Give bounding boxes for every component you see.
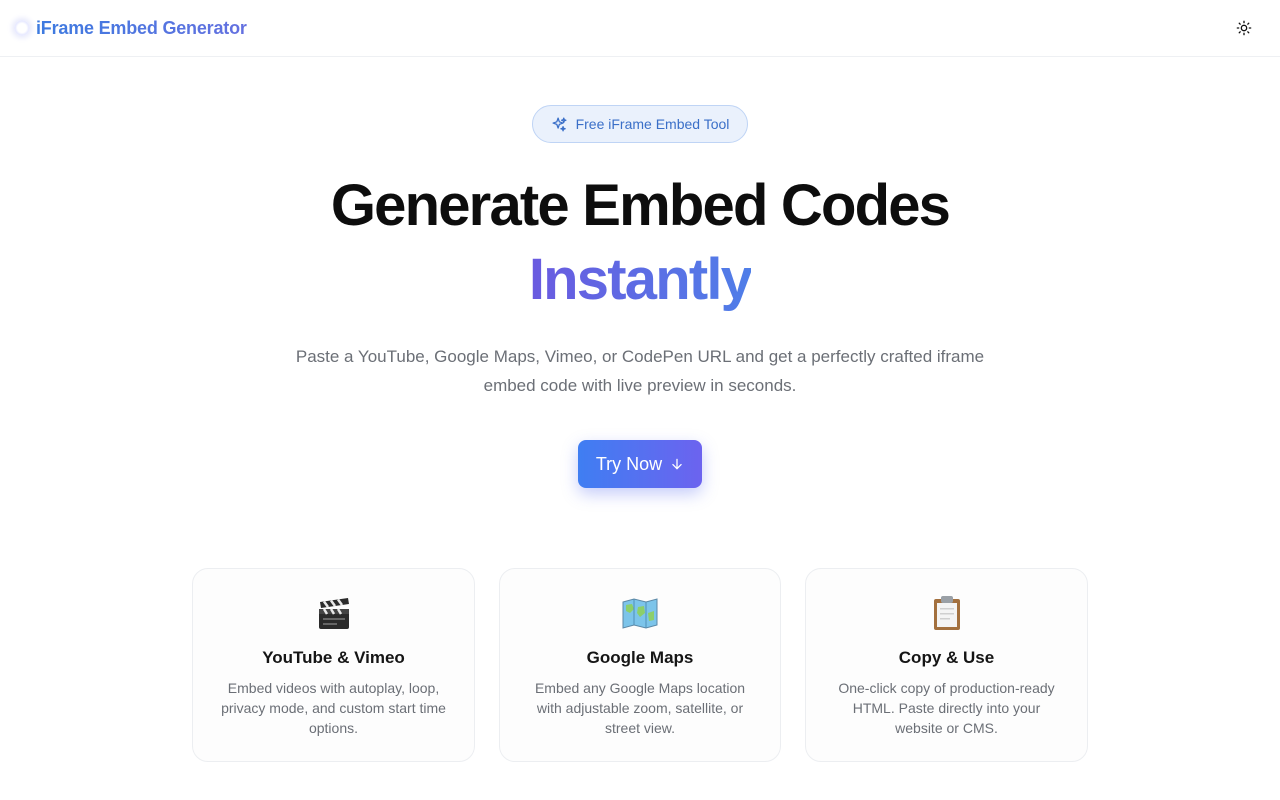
badge-label: Free iFrame Embed Tool — [575, 116, 730, 132]
arrow-down-icon — [672, 458, 682, 470]
hero-title-accent: Instantly — [0, 244, 1280, 316]
sparkles-icon — [552, 116, 567, 132]
hero-title: Generate Embed Codes — [330, 173, 951, 238]
feature-description: Embed videos with autoplay, loop, privac… — [221, 680, 446, 736]
brand[interactable]: iFrame Embed Generator — [14, 18, 247, 39]
feature-title: YouTube & Vimeo — [262, 648, 405, 667]
try-now-label: Try Now — [595, 453, 663, 474]
feature-description: Embed any Google Maps location with adju… — [534, 680, 746, 736]
hero-badge: Free iFrame Embed Tool — [532, 105, 748, 143]
feature-title: Google Maps — [586, 648, 694, 667]
logo-icon — [14, 20, 30, 36]
hero-subtitle: Paste a YouTube, Google Maps, Vimeo, or … — [295, 347, 985, 395]
sun-icon — [1236, 20, 1252, 36]
feature-title: Copy & Use — [898, 648, 995, 667]
theme-toggle-button[interactable] — [1232, 16, 1256, 40]
feature-card-copy-use: Copy & Use One-click copy of production-… — [805, 568, 1088, 762]
map-icon — [622, 598, 658, 629]
hero-accent-text: Instantly — [528, 247, 753, 312]
feature-description: One-click copy of production-ready HTML.… — [838, 680, 1055, 736]
feature-card-google-maps: Google Maps Embed any Google Maps locati… — [499, 568, 781, 762]
clipboard-icon — [933, 596, 960, 630]
features-section: YouTube & Vimeo Embed videos with autopl… — [192, 568, 1088, 762]
brand-title[interactable]: iFrame Embed Generator — [36, 18, 247, 39]
clapperboard-icon — [318, 598, 349, 629]
site-header: iFrame Embed Generator — [0, 0, 1280, 57]
feature-card-youtube-vimeo: YouTube & Vimeo Embed videos with autopl… — [192, 568, 475, 762]
try-now-button[interactable]: Try Now — [578, 440, 702, 488]
